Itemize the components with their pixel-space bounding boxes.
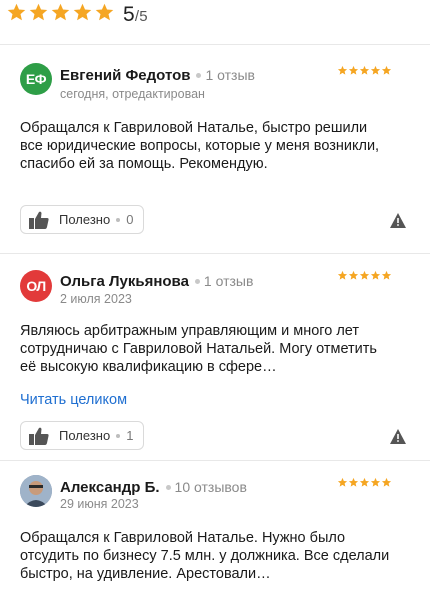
review-text: Являюсь арбитражным управляющим и много … [20, 323, 377, 375]
review-author[interactable]: Ольга Лукьянова 1 отзыв [60, 273, 253, 290]
star-icon [337, 65, 348, 75]
review-author[interactable]: Евгений Федотов 1 отзыв [60, 67, 255, 84]
star-icon [359, 270, 370, 280]
author-name[interactable]: Ольга Лукьянова [60, 273, 189, 290]
author-name[interactable]: Евгений Федотов [60, 67, 190, 84]
rating-value: 5 [123, 3, 135, 26]
warning-icon[interactable] [390, 429, 406, 444]
star-icon [348, 477, 359, 487]
star-icon [95, 3, 114, 21]
star-icon [337, 270, 348, 280]
review-date: 29 июня 2023 [60, 497, 139, 511]
star-icon [370, 65, 381, 75]
star-icon [370, 270, 381, 280]
review-date: сегодня, отредактирован [60, 87, 205, 101]
helpful-label: Полезно [59, 212, 111, 227]
review-text: Обращался к Гавриловой Наталье. Нужно бы… [20, 530, 390, 582]
review-card: ОЛ Ольга Лукьянова 1 отзыв 2 июля 2023 Яв… [0, 254, 430, 460]
helpful-button[interactable]: Полезно 1 [20, 421, 145, 450]
dot-separator [116, 217, 121, 222]
star-icon [359, 477, 370, 487]
read-more-link[interactable]: Читать целиком [20, 392, 127, 408]
review-stars [337, 477, 392, 488]
rating-score: 5/5 [123, 3, 148, 27]
dot-separator [194, 278, 200, 284]
avatar[interactable] [20, 475, 52, 507]
warning-icon[interactable] [390, 213, 406, 228]
avatar[interactable]: ОЛ [20, 270, 52, 302]
dot-separator [196, 72, 202, 78]
thumbs-up-icon [29, 211, 49, 229]
author-review-count: 1 отзыв [203, 273, 254, 289]
rating-summary: 5/5 [0, 0, 430, 40]
star-icon [337, 477, 348, 487]
avatar[interactable]: ЕФ [20, 63, 52, 95]
star-icon [51, 3, 70, 21]
star-icon [348, 270, 359, 280]
star-icon [381, 270, 392, 280]
review-text: Обращался к Гавриловой Наталье, быстро р… [20, 120, 380, 172]
helpful-label: Полезно [59, 428, 111, 443]
summary-stars [6, 2, 115, 23]
star-icon [359, 65, 370, 75]
dot-separator [116, 433, 121, 438]
star-icon [73, 3, 92, 21]
star-icon [381, 477, 392, 487]
thumbs-up-icon [29, 427, 49, 445]
user-photo-icon [20, 475, 52, 507]
review-stars [337, 65, 392, 76]
dot-separator [165, 484, 171, 490]
star-icon [29, 3, 48, 21]
helpful-count: 0 [126, 212, 134, 227]
star-icon [370, 477, 381, 487]
review-card: ЕФ Евгений Федотов 1 отзыв сегодня, отред… [0, 45, 430, 253]
rating-max: /5 [134, 8, 148, 25]
helpful-button[interactable]: Полезно 0 [20, 205, 145, 234]
author-review-count: 10 отзывов [174, 479, 247, 495]
star-icon [348, 65, 359, 75]
review-card: Александр Б. 10 отзывов 29 июня 2023 Обра… [0, 461, 430, 597]
review-stars [337, 270, 392, 281]
review-date: 2 июля 2023 [60, 292, 132, 306]
review-author[interactable]: Александр Б. 10 отзывов [60, 479, 247, 496]
author-review-count: 1 отзыв [205, 67, 255, 83]
helpful-count: 1 [126, 428, 134, 443]
author-name[interactable]: Александр Б. [60, 479, 160, 496]
star-icon [381, 65, 392, 75]
star-icon [7, 3, 26, 21]
